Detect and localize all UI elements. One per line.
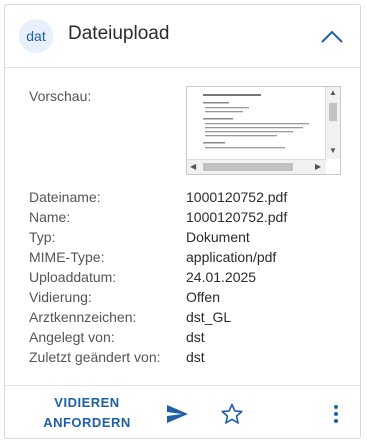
metadata-value: 1000120752.pdf	[186, 189, 288, 205]
file-metadata-list: Dateiname: 1000120752.pdf Name: 10001207…	[29, 188, 349, 368]
metadata-value: 24.01.2025	[186, 269, 257, 285]
metadata-row-created-by: Angelegt von: dst	[29, 328, 349, 348]
request-vidierung-label-line1: VIDIEREN	[54, 395, 120, 410]
request-vidierung-label-line2: ANFORDERN	[43, 415, 131, 430]
card-title: Dateiupload	[68, 23, 170, 44]
chevron-up-icon	[321, 30, 343, 43]
metadata-label: Angelegt von:	[29, 329, 115, 345]
send-icon	[167, 405, 188, 423]
preview-horizontal-scrollbar[interactable]: ◀ ▶	[187, 159, 326, 174]
card-body: Vorschau: ▲ ▼ ◀ ▶ Dateiname: 1000120752.…	[5, 67, 360, 385]
metadata-row-upload-date: Uploaddatum: 24.01.2025	[29, 268, 349, 288]
metadata-row-vidierung: Vidierung: Offen	[29, 288, 349, 308]
metadata-row-mime-type: MIME-Type: application/pdf	[29, 248, 349, 268]
metadata-label: Uploaddatum:	[29, 269, 117, 285]
scroll-up-icon[interactable]: ▲	[329, 89, 337, 97]
metadata-label: Vidierung:	[29, 289, 92, 305]
scroll-left-icon[interactable]: ◀	[190, 163, 196, 171]
document-page-thumbnail	[193, 89, 319, 157]
metadata-row-type: Typ: Dokument	[29, 228, 349, 248]
metadata-label: Typ:	[29, 229, 56, 245]
metadata-value: application/pdf	[186, 249, 277, 265]
metadata-value: dst	[186, 329, 205, 345]
metadata-row-arztkennzeichen: Arztkennzeichen: dst_GL	[29, 308, 349, 328]
metadata-label: Arztkennzeichen:	[29, 309, 137, 325]
metadata-value: Dokument	[186, 229, 250, 245]
metadata-label: MIME-Type:	[29, 249, 105, 265]
metadata-label: Zuletzt geändert von:	[29, 349, 161, 365]
card-header: dat Dateiupload	[5, 5, 360, 68]
metadata-value: dst	[186, 349, 205, 365]
metadata-label: Name:	[29, 209, 71, 225]
scroll-right-icon[interactable]: ▶	[315, 163, 321, 171]
file-upload-card: dat Dateiupload Vorschau: ▲ ▼ ◀ ▶ Datein…	[4, 4, 361, 439]
send-button[interactable]	[165, 402, 189, 426]
card-actions: VIDIEREN ANFORDERN	[5, 385, 360, 441]
collapse-button[interactable]	[318, 23, 346, 51]
scroll-down-icon[interactable]: ▼	[329, 147, 337, 155]
metadata-value: Offen	[186, 289, 220, 305]
metadata-value: 1000120752.pdf	[186, 209, 288, 225]
metadata-row-filename: Dateiname: 1000120752.pdf	[29, 188, 349, 208]
preview-horizontal-scroll-thumb[interactable]	[203, 163, 293, 171]
request-vidierung-button[interactable]: VIDIEREN ANFORDERN	[39, 393, 135, 433]
preview-vertical-scrollbar[interactable]: ▲ ▼	[325, 87, 340, 159]
document-preview[interactable]: ▲ ▼ ◀ ▶	[186, 86, 341, 175]
more-options-button[interactable]	[327, 402, 345, 426]
metadata-row-modified-by: Zuletzt geändert von: dst	[29, 348, 349, 368]
preview-vertical-scroll-thumb[interactable]	[329, 103, 337, 121]
file-type-avatar: dat	[19, 19, 53, 53]
metadata-label: Dateiname:	[29, 189, 101, 205]
preview-label: Vorschau:	[29, 88, 92, 104]
metadata-value: dst_GL	[186, 309, 232, 325]
more-vertical-icon	[334, 405, 338, 423]
favorite-button[interactable]	[220, 402, 244, 426]
star-icon	[221, 403, 243, 424]
metadata-row-name: Name: 1000120752.pdf	[29, 208, 349, 228]
